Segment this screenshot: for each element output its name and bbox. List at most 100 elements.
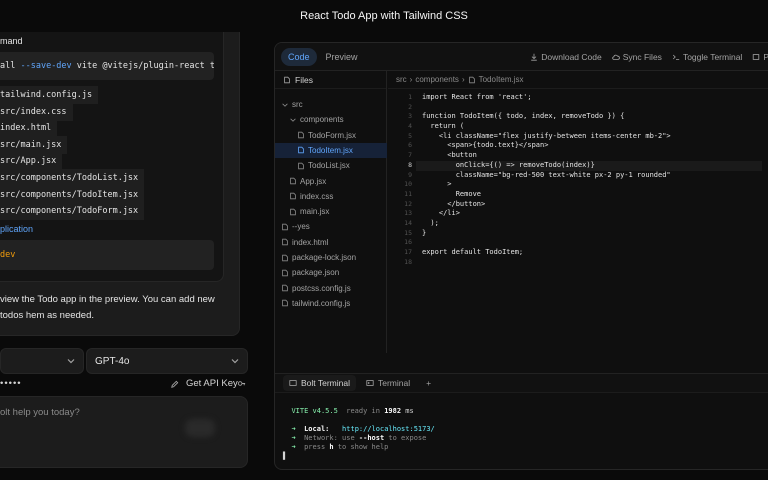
line-number-gutter: 1 2 3 4 5 6 7 8 9 10 11 12 13 14 15 16 17 18 <box>388 93 412 267</box>
toggle-terminal-button[interactable]: Toggle Terminal <box>672 52 742 62</box>
send-button[interactable] <box>185 419 215 437</box>
file-icon <box>282 284 288 292</box>
get-api-key-link[interactable]: Get API Key <box>186 378 238 389</box>
line-number: 14 <box>404 218 412 227</box>
workbench-actions: Download Code Sync Files Toggle Terminal… <box>530 43 768 71</box>
help-line: ➜ press h to show help <box>291 443 389 451</box>
line-number: 6 <box>408 141 412 150</box>
file-tree-label: index.html <box>292 237 329 247</box>
terminal-output[interactable]: VITE v4.5.5 ready in 1982 ms ➜ Local: ht… <box>283 407 763 467</box>
window-title-bar: React Todo App with Tailwind CSS <box>0 0 768 32</box>
file-tree-file[interactable]: package.json <box>275 265 387 280</box>
code-line: export default TodoItem; <box>422 248 524 256</box>
vite-ready-line: VITE v4.5.5 ready in 1982 ms <box>291 407 414 415</box>
assistant-message-card: mand all --save-dev vite @vitejs/plugin-… <box>0 32 240 336</box>
line-number: 1 <box>408 93 412 101</box>
tab-terminal[interactable]: Terminal <box>360 375 416 391</box>
file-tree-file[interactable]: postcss.config.js <box>275 281 387 296</box>
provider-select[interactable] <box>0 348 84 374</box>
file-icon <box>282 238 288 246</box>
line-number: 15 <box>404 228 412 237</box>
file-tree-file[interactable]: TodoList.jsx <box>275 158 387 173</box>
tab-code[interactable]: Code <box>281 48 317 66</box>
code-line: className="bg-red-500 text-white px-2 py… <box>422 170 671 179</box>
files-icon <box>284 76 290 83</box>
tab-preview[interactable]: Preview <box>319 48 365 66</box>
network-line: ➜ Network: use --host to expose <box>291 434 427 442</box>
prompt-input[interactable]: olt help you today? <box>0 396 248 468</box>
file-icon <box>282 254 288 261</box>
edit-icon[interactable] <box>170 380 179 389</box>
file-tree-folder[interactable]: src <box>275 97 387 112</box>
start-application-link[interactable]: plication <box>0 224 33 234</box>
workbench: Code Preview Download Code Sync Files To… <box>274 42 768 470</box>
file-tree-label: tailwind.config.js <box>292 298 351 308</box>
download-code-button[interactable]: Download Code <box>530 52 602 62</box>
code-line: Remove <box>422 189 482 198</box>
breadcrumb-src[interactable]: src <box>396 75 407 84</box>
file-tree-file[interactable]: App.jsx <box>275 174 387 189</box>
file-tree-label: src <box>292 100 303 109</box>
file-icon <box>282 223 288 231</box>
local-url-link[interactable]: http://localhost:5173/ <box>342 425 435 433</box>
code-editor[interactable]: src › components › TodoItem.jsx 12345678… <box>388 71 768 353</box>
prompt-placeholder: olt help you today? <box>0 407 80 418</box>
publish-button[interactable]: P <box>752 52 768 62</box>
api-key-masked[interactable]: ••••• <box>0 378 22 389</box>
line-number: 8 <box>408 160 412 169</box>
file-tree-file[interactable]: main.jsx <box>275 204 387 219</box>
created-file-item[interactable]: src/index.css <box>0 102 73 121</box>
line-number: 10 <box>404 180 412 189</box>
chevron-down-icon <box>67 359 75 364</box>
created-file-item[interactable]: src/components/TodoForm.jsx <box>0 202 145 221</box>
file-tree-label: --yes <box>292 222 310 232</box>
terminal-icon <box>289 380 297 386</box>
code-content[interactable]: import React from 'react'; function TodoI… <box>416 93 762 268</box>
command-heading: mand <box>0 36 23 46</box>
file-tree-file[interactable]: index.css <box>275 189 387 204</box>
line-number: 18 <box>404 257 412 266</box>
file-icon <box>298 131 304 139</box>
file-tree-label: package-lock.json <box>292 253 357 262</box>
api-key-row: ••••• Get API Key <box>0 374 250 394</box>
file-tree-file[interactable]: package-lock.json <box>275 250 387 265</box>
chevron-down-icon <box>290 118 296 122</box>
breadcrumb-file[interactable]: TodoItem.jsx <box>479 75 524 84</box>
terminal-tabs: Bolt Terminal Terminal + <box>275 373 768 393</box>
code-line: <button <box>422 151 477 160</box>
file-tree-label: TodoForm.jsx <box>308 130 357 140</box>
created-file-item[interactable]: index.html <box>0 119 58 138</box>
code-line: <li className="flex justify-between item… <box>422 131 671 140</box>
file-icon <box>298 162 304 169</box>
file-tree-file[interactable]: index.html <box>275 235 387 250</box>
tab-bolt-terminal[interactable]: Bolt Terminal <box>283 375 356 391</box>
line-number: 4 <box>408 122 412 131</box>
breadcrumb-components[interactable]: components <box>415 75 459 84</box>
workbench-toolbar: Code Preview Download Code Sync Files To… <box>275 43 768 71</box>
npm-install-command: all --save-dev vite @vitejs/plugin-react… <box>0 52 214 80</box>
file-tree-label: index.css <box>300 191 334 201</box>
created-file-item[interactable]: src/App.jsx <box>0 152 63 171</box>
breadcrumb-separator-icon: › <box>409 75 413 84</box>
file-tree-folder[interactable]: components <box>275 112 387 127</box>
model-select[interactable]: GPT-4o <box>86 348 248 374</box>
file-tree-file[interactable]: tailwind.config.js <box>275 296 387 311</box>
file-tree-file[interactable]: TodoForm.jsx <box>275 128 387 143</box>
created-file-item[interactable]: tailwind.config.js <box>0 86 99 104</box>
add-terminal-button[interactable]: + <box>420 375 437 391</box>
file-icon <box>290 208 296 215</box>
created-file-item[interactable]: src/components/TodoItem.jsx <box>0 185 145 204</box>
created-file-item[interactable]: src/components/TodoList.jsx <box>0 169 145 187</box>
code-line: </li> <box>422 209 460 218</box>
file-tree-label: package.json <box>292 268 340 278</box>
chevron-down-icon <box>231 359 239 364</box>
breadcrumb-separator-icon: › <box>461 75 465 84</box>
file-tree-file[interactable]: --yes <box>275 219 387 234</box>
sync-files-button[interactable]: Sync Files <box>611 52 662 62</box>
line-number: 5 <box>408 131 412 140</box>
created-file-item[interactable]: src/main.jsx <box>0 135 68 154</box>
line-number: 9 <box>408 170 412 179</box>
file-tree-file[interactable]: TodoItem.jsx <box>275 142 387 158</box>
